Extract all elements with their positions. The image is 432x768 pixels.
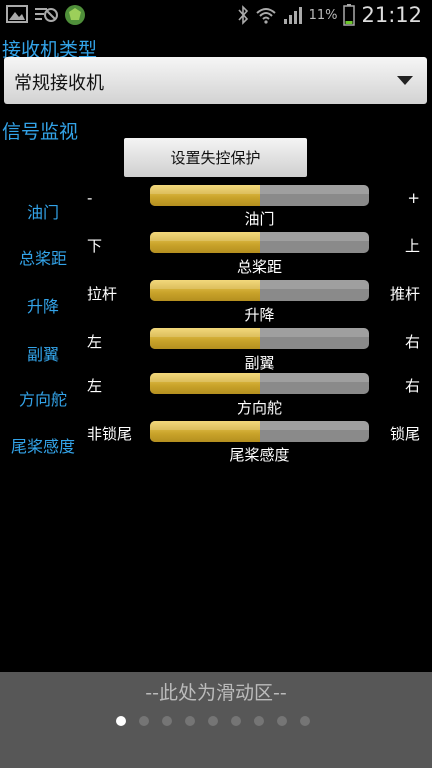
channel-min-label: - <box>87 189 93 207</box>
channel-min-label: 拉杆 <box>87 285 118 303</box>
channel-bar <box>150 373 369 394</box>
page-dot[interactable] <box>277 716 287 726</box>
page-dot[interactable] <box>231 716 241 726</box>
channel-caption: 尾桨感度 <box>229 446 290 464</box>
channel-max-label: 上 <box>404 237 420 255</box>
bar-gloss <box>150 280 369 290</box>
page-dot[interactable] <box>254 716 264 726</box>
channel-label: 总桨距 <box>18 249 67 268</box>
channel-max-label: + <box>407 189 420 207</box>
receiver-type-value: 常规接收机 <box>14 73 104 94</box>
app-icon <box>65 5 85 25</box>
channel-min-label: 下 <box>87 237 103 255</box>
channel-label: 尾桨感度 <box>10 437 75 456</box>
channel-caption: 副翼 <box>244 354 275 372</box>
dropdown-arrow-icon <box>397 76 413 85</box>
bar-gloss <box>150 328 369 338</box>
status-left-icons <box>6 4 86 26</box>
channel-row-aileron: 副翼 左 右 副翼 <box>0 327 432 373</box>
receiver-type-dropdown[interactable]: 常规接收机 <box>4 57 427 104</box>
channel-row-collective-pitch: 总桨距 下 上 总桨距 <box>0 231 432 277</box>
channel-row-rudder: 方向舵 左 右 方向舵 <box>0 372 432 418</box>
channel-caption: 方向舵 <box>236 399 282 417</box>
bluetooth-icon <box>237 5 248 25</box>
clock: 21:12 <box>361 3 422 27</box>
bar-gloss <box>150 232 369 242</box>
channel-bar <box>150 421 369 442</box>
channel-bar <box>150 280 369 301</box>
channel-row-throttle: 油门 - + 油门 <box>0 184 432 230</box>
signal-icon <box>283 7 302 24</box>
channel-max-label: 推杆 <box>389 285 420 303</box>
channel-label: 方向舵 <box>18 390 67 409</box>
channel-caption: 升降 <box>244 306 275 324</box>
set-failsafe-button[interactable]: 设置失控保护 <box>124 138 307 177</box>
bar-gloss <box>150 373 369 383</box>
image-icon <box>6 5 28 23</box>
channel-min-label: 左 <box>87 333 103 351</box>
swipe-area-label: --此处为滑动区-- <box>145 682 287 704</box>
wifi-icon <box>255 8 276 24</box>
page-dot[interactable] <box>162 716 172 726</box>
page-dot[interactable] <box>208 716 218 726</box>
channel-bar <box>150 328 369 349</box>
bar-gloss <box>150 185 369 195</box>
battery-percent: 11% <box>308 7 338 23</box>
channel-max-label: 锁尾 <box>389 425 420 443</box>
channel-bar <box>150 232 369 253</box>
status-bar: 11% 21:12 <box>0 0 432 31</box>
page-dot[interactable] <box>139 716 149 726</box>
page-dot[interactable] <box>300 716 310 726</box>
channel-bar <box>150 185 369 206</box>
bar-gloss <box>150 421 369 431</box>
swipe-area[interactable]: --此处为滑动区-- <box>0 672 432 768</box>
page-dot[interactable] <box>185 716 195 726</box>
page-indicator <box>116 716 310 726</box>
battery-icon <box>343 4 356 26</box>
page-dot[interactable] <box>116 716 126 726</box>
channel-min-label: 左 <box>87 377 103 395</box>
channel-caption: 总桨距 <box>236 258 282 276</box>
channel-label: 副翼 <box>26 345 59 364</box>
channel-row-tail-gyro: 尾桨感度 非锁尾 锁尾 尾桨感度 <box>0 420 432 466</box>
status-right-icons: 11% 21:12 <box>237 3 422 27</box>
channel-label: 油门 <box>26 203 59 222</box>
blocked-notification-icon <box>35 8 58 22</box>
signal-monitor-title: 信号监视 <box>2 121 79 143</box>
channel-min-label: 非锁尾 <box>87 425 133 443</box>
channel-label: 升降 <box>26 297 59 316</box>
channel-max-label: 右 <box>404 333 420 351</box>
channel-max-label: 右 <box>404 377 420 395</box>
channel-row-elevator: 升降 拉杆 推杆 升降 <box>0 279 432 325</box>
channel-caption: 油门 <box>244 210 275 228</box>
